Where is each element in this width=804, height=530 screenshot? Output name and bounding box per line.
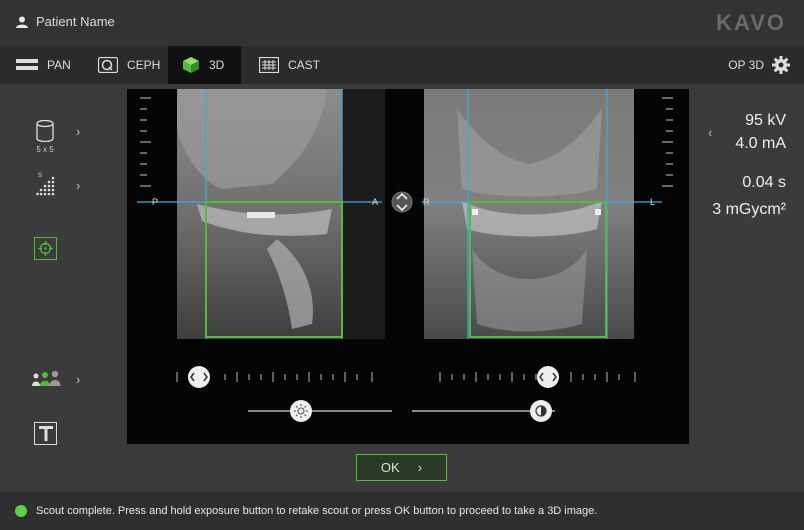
patient-info[interactable]: Patient Name bbox=[16, 14, 115, 29]
cast-icon bbox=[259, 57, 279, 73]
scout-views: P A R L bbox=[137, 89, 673, 422]
label-right: R bbox=[423, 197, 430, 207]
lateral-position-knob[interactable] bbox=[188, 366, 210, 388]
exposure-collapse-chevron[interactable]: ‹ bbox=[708, 125, 712, 140]
brand-logo: KAVO bbox=[716, 10, 786, 35]
ok-button-label: OK bbox=[380, 460, 400, 475]
dose-value: 3 mGycm² bbox=[712, 201, 786, 218]
tab-3d-label: 3D bbox=[209, 58, 225, 72]
patient-size-arrow[interactable]: › bbox=[76, 372, 80, 387]
right-depth-ruler bbox=[662, 97, 673, 187]
modality-tabs: PAN CEPH 3D CAST OP 3D bbox=[0, 46, 804, 84]
ma-value: 4.0 mA bbox=[735, 135, 786, 152]
ceph-icon bbox=[98, 57, 118, 73]
cylinder-fov-icon bbox=[36, 120, 54, 142]
header-bar: Patient Name KAVO bbox=[0, 0, 804, 46]
contrast-slider[interactable] bbox=[412, 400, 555, 422]
device-label: OP 3D bbox=[728, 58, 764, 72]
kv-value: 95 kV bbox=[745, 112, 786, 129]
text-tool-button[interactable] bbox=[34, 422, 57, 445]
ok-button-arrow: › bbox=[417, 460, 423, 475]
patient-size-selector[interactable] bbox=[31, 370, 61, 386]
scout-image-panel: P A R L bbox=[127, 89, 689, 444]
vertical-position-handle[interactable] bbox=[391, 191, 413, 213]
time-value: 0.04 s bbox=[742, 174, 786, 191]
ok-button[interactable]: OK › bbox=[356, 454, 447, 481]
status-message: Scout complete. Press and hold exposure … bbox=[36, 505, 598, 517]
tab-cast-label: CAST bbox=[288, 58, 321, 72]
tab-ceph-label: CEPH bbox=[127, 58, 161, 72]
pan-icon bbox=[16, 59, 38, 70]
brightness-slider[interactable] bbox=[248, 400, 392, 422]
cube-3d-icon bbox=[183, 57, 199, 73]
text-t-icon bbox=[38, 426, 53, 441]
patient-group-icon bbox=[32, 370, 61, 386]
tab-cast[interactable]: CAST bbox=[245, 46, 334, 84]
label-anterior: A bbox=[372, 197, 378, 207]
patient-name: Patient Name bbox=[36, 14, 115, 29]
tab-pan-label: PAN bbox=[47, 58, 71, 72]
fov-selector[interactable]: 5 x 5 bbox=[36, 120, 54, 154]
lateral-scout-image bbox=[177, 89, 385, 339]
tab-3d[interactable]: 3D bbox=[168, 46, 241, 84]
left-depth-ruler bbox=[140, 97, 151, 187]
tab-ceph[interactable]: CEPH bbox=[84, 46, 174, 84]
status-indicator-icon bbox=[15, 505, 27, 517]
fov-arrow[interactable]: › bbox=[76, 124, 80, 139]
crosshair-target-icon bbox=[38, 241, 53, 256]
device-settings[interactable]: OP 3D bbox=[728, 46, 790, 84]
user-icon bbox=[16, 16, 28, 28]
gear-icon bbox=[772, 56, 790, 74]
status-bar: Scout complete. Press and hold exposure … bbox=[0, 492, 804, 530]
resolution-label: S bbox=[38, 173, 43, 179]
tab-pan[interactable]: PAN bbox=[2, 46, 85, 84]
target-button[interactable] bbox=[34, 237, 57, 260]
fov-caption: 5 x 5 bbox=[36, 145, 54, 154]
label-left: L bbox=[650, 197, 655, 207]
app-window: Patient Name KAVO PAN CEPH 3D CAST OP 3D… bbox=[0, 0, 804, 530]
frontal-position-knob[interactable] bbox=[537, 366, 559, 388]
label-posterior: P bbox=[152, 197, 158, 207]
resolution-arrow[interactable]: › bbox=[76, 178, 80, 193]
frontal-scout-image bbox=[424, 89, 634, 339]
